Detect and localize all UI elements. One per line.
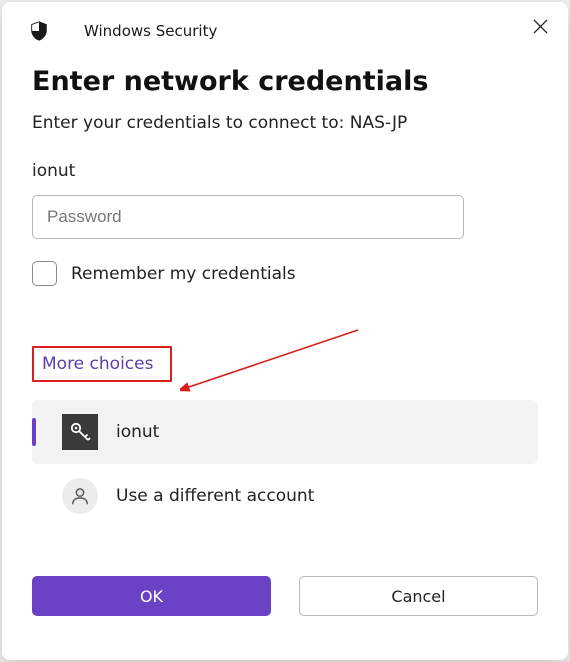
person-icon [62,478,98,514]
remember-row: Remember my credentials [32,261,538,286]
account-label: Use a different account [116,486,314,506]
titlebar-app-name: Windows Security [84,22,217,40]
ok-button[interactable]: OK [32,576,271,616]
cancel-button[interactable]: Cancel [299,576,538,616]
dialog-content: Enter network credentials Enter your cre… [2,50,568,642]
account-item-saved[interactable]: ionut [32,400,538,464]
dialog-heading: Enter network credentials [32,66,538,97]
shield-icon [28,20,50,42]
dialog-subtext: Enter your credentials to connect to: NA… [32,113,538,133]
account-list: ionut Use a different account [32,400,538,528]
button-row: OK Cancel [32,576,538,616]
account-label: ionut [116,422,159,442]
password-input[interactable] [32,195,464,239]
close-icon [533,19,548,34]
username-display: ionut [32,161,538,181]
titlebar: Windows Security [2,2,568,50]
remember-checkbox[interactable] [32,261,57,286]
key-icon [62,414,98,450]
account-item-different[interactable]: Use a different account [32,464,538,528]
more-choices-link[interactable]: More choices [32,348,163,380]
credentials-dialog: Windows Security Enter network credentia… [2,2,568,660]
close-button[interactable] [526,12,554,40]
remember-label: Remember my credentials [71,264,296,284]
